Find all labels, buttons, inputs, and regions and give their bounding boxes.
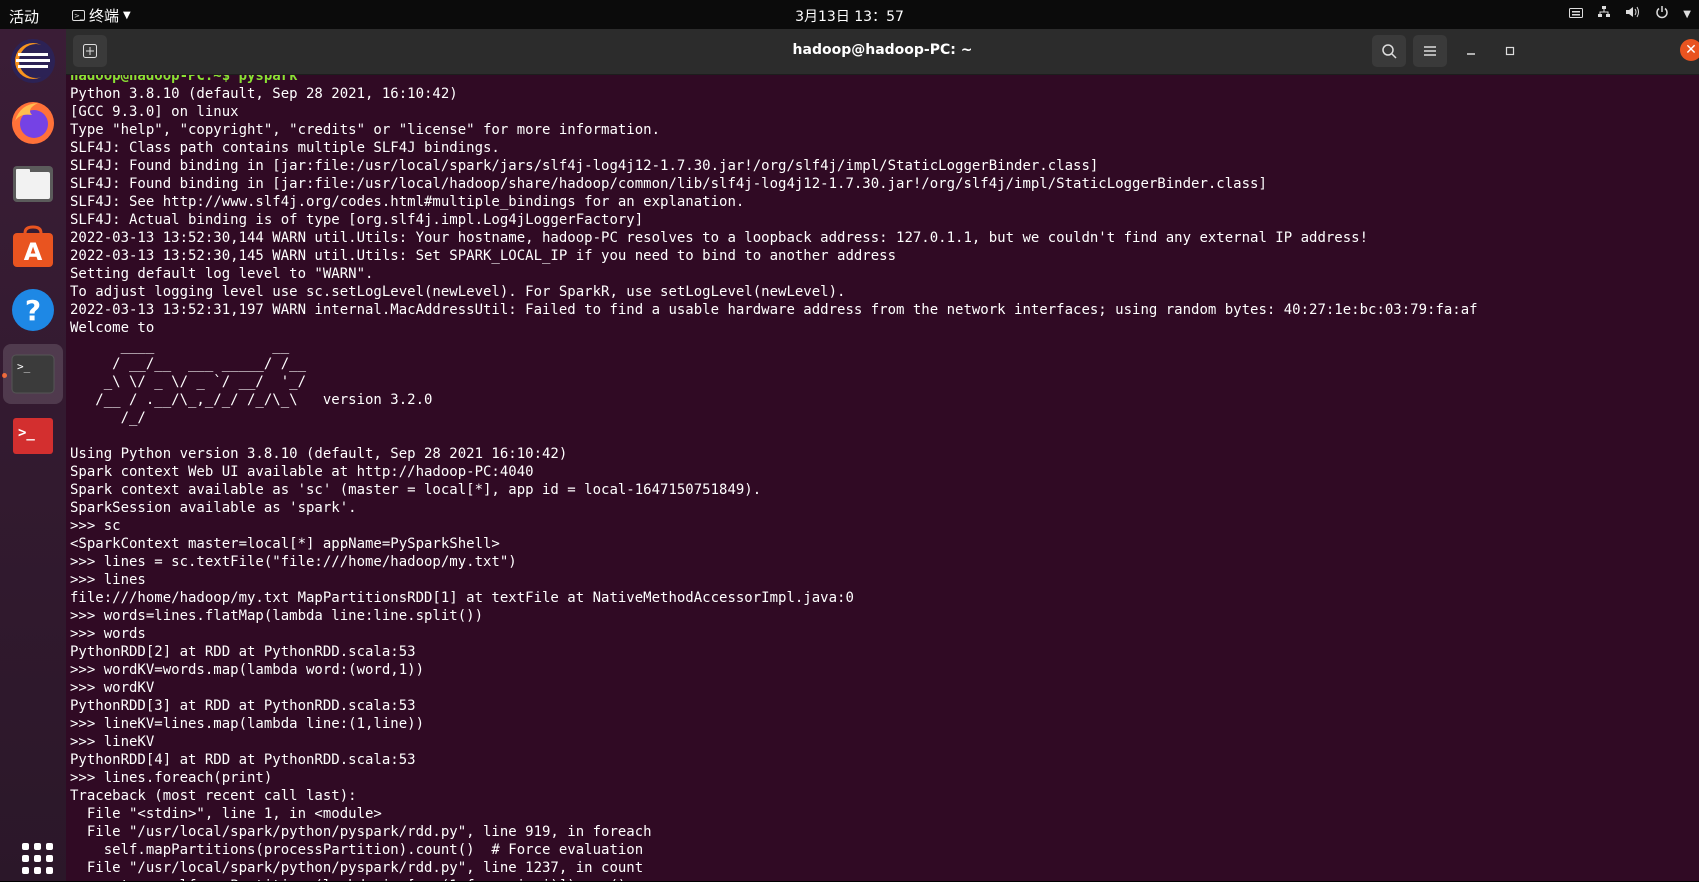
show-applications-icon[interactable] — [13, 834, 61, 882]
window-title: hadoop@hadoop-PC: ~ — [792, 42, 973, 58]
terminal-line: 2022-03-13 13:52:30,145 WARN util.Utils:… — [70, 248, 897, 264]
volume-icon[interactable] — [1625, 5, 1641, 23]
help-icon[interactable]: ? — [9, 286, 57, 334]
new-tab-button[interactable] — [73, 35, 107, 67]
terminal-line: PythonRDD[4] at RDD at PythonRDD.scala:5… — [70, 752, 416, 768]
terminal-line: hadoop@hadoop-PC:~$ pyspark — [70, 75, 298, 84]
chevron-down-icon: ▼ — [123, 10, 131, 21]
terminal-line: SLF4J: See http://www.slf4j.org/codes.ht… — [70, 194, 745, 210]
terminal-line: >>> lines.foreach(print) — [70, 770, 273, 786]
clock[interactable]: 3月13日 13：57 — [795, 9, 904, 25]
terminal-red-icon[interactable]: >_ — [9, 412, 57, 460]
dock: A ? >_ >_ — [0, 29, 66, 881]
terminal-line: [GCC 9.3.0] on linux — [70, 104, 239, 120]
terminal-line: >>> lines — [70, 572, 146, 588]
top-bar: 活动 >_ 终端 ▼ 3月13日 13：57 ▼ — [0, 0, 1699, 29]
terminal-line: Setting default log level to "WARN". — [70, 266, 374, 282]
terminal-line: SLF4J: Found binding in [jar:file:/usr/l… — [70, 158, 1099, 174]
terminal-line: File "<stdin>", line 1, in <module> — [70, 806, 382, 822]
menu-button[interactable] — [1413, 35, 1447, 67]
terminal-output[interactable]: hadoop@hadoop-PC:~$ pyspark Python 3.8.1… — [66, 75, 1699, 881]
network-icon[interactable] — [1597, 5, 1611, 23]
terminal-line: 2022-03-13 13:52:31,197 WARN internal.Ma… — [70, 302, 1478, 318]
terminal-line: _\ \/ _ \/ _ `/ __/ '_/ — [70, 374, 307, 390]
terminal-line: Type "help", "copyright", "credits" or "… — [70, 122, 661, 138]
terminal-line: 2022-03-13 13:52:30,144 WARN util.Utils:… — [70, 230, 1369, 246]
terminal-line: Welcome to — [70, 320, 155, 336]
eclipse-icon[interactable] — [9, 37, 57, 85]
terminal-line: /__ / .__/\_,_/_/ /_/\_\ version 3.2.0 — [70, 392, 433, 408]
terminal-line: <SparkContext master=local[*] appName=Py… — [70, 536, 500, 552]
terminal-titlebar: hadoop@hadoop-PC: ~ ✕ — [66, 29, 1699, 75]
firefox-icon[interactable] — [9, 98, 57, 146]
terminal-line: >>> lineKV — [70, 734, 155, 750]
terminal-line: >>> words — [70, 626, 146, 642]
terminal-line: >>> wordKV=words.map(lambda word:(word,1… — [70, 662, 425, 678]
terminal-line: >>> sc — [70, 518, 121, 534]
search-button[interactable] — [1372, 35, 1406, 67]
minimize-button[interactable] — [1462, 42, 1480, 60]
terminal-line: File "/usr/local/spark/python/pyspark/rd… — [70, 824, 652, 840]
terminal-line: PythonRDD[2] at RDD at PythonRDD.scala:5… — [70, 644, 416, 660]
close-icon: ✕ — [1685, 42, 1697, 58]
terminal-line: File "/usr/local/spark/python/pyspark/rd… — [70, 860, 644, 876]
terminal-line: SparkSession available as 'spark'. — [70, 500, 357, 516]
maximize-button[interactable] — [1501, 42, 1519, 60]
terminal-text: hadoop@hadoop-PC:~$ pyspark Python 3.8.1… — [70, 75, 1478, 881]
terminal-line: >>> lines = sc.textFile("file:///home/ha… — [70, 554, 517, 570]
terminal-line: /_/ — [70, 410, 146, 426]
terminal-line: PythonRDD[3] at RDD at PythonRDD.scala:5… — [70, 698, 416, 714]
terminal-line: SLF4J: Class path contains multiple SLF4… — [70, 140, 500, 156]
svg-text:>_: >_ — [18, 425, 35, 441]
terminal-line: / __/__ ___ _____/ /__ — [70, 356, 307, 372]
hamburger-icon — [1424, 46, 1436, 56]
system-tray[interactable]: ▼ — [1569, 5, 1691, 23]
svg-text:?: ? — [25, 294, 41, 327]
svg-text:A: A — [24, 238, 43, 266]
power-icon[interactable] — [1655, 5, 1669, 23]
software-center-icon[interactable]: A — [9, 223, 57, 271]
terminal-line: ____ __ — [70, 338, 290, 354]
terminal-line: To adjust logging level use sc.setLogLev… — [70, 284, 846, 300]
terminal-app-icon: >_ — [72, 10, 85, 21]
files-icon[interactable] — [9, 160, 57, 208]
terminal-icon[interactable]: >_ — [3, 344, 63, 404]
activities-button[interactable]: 活动 — [9, 6, 39, 27]
chevron-down-icon[interactable]: ▼ — [1683, 9, 1691, 20]
keyboard-icon[interactable] — [1569, 7, 1584, 22]
terminal-line: SLF4J: Actual binding is of type [org.sl… — [70, 212, 644, 228]
app-menu[interactable]: >_ 终端 ▼ — [72, 5, 131, 26]
svg-text:>_: >_ — [17, 360, 31, 373]
terminal-line: >>> wordKV — [70, 680, 155, 696]
app-menu-label: 终端 — [89, 7, 120, 25]
terminal-line: SLF4J: Found binding in [jar:file:/usr/l… — [70, 176, 1267, 192]
terminal-line: Traceback (most recent call last): — [70, 788, 357, 804]
terminal-line: Using Python version 3.8.10 (default, Se… — [70, 446, 568, 462]
close-button[interactable]: ✕ — [1680, 39, 1699, 61]
terminal-line: >>> words=lines.flatMap(lambda line:line… — [70, 608, 484, 624]
terminal-line: self.mapPartitions(processPartition).cou… — [70, 842, 644, 858]
terminal-line: Spark context available as 'sc' (master … — [70, 482, 762, 498]
search-icon — [1382, 44, 1397, 59]
terminal-line: Python 3.8.10 (default, Sep 28 2021, 16:… — [70, 86, 458, 102]
terminal-line: Spark context Web UI available at http:/… — [70, 464, 534, 480]
terminal-line: file:///home/hadoop/my.txt MapPartitions… — [70, 590, 854, 606]
terminal-line: >>> lineKV=lines.map(lambda line:(1,line… — [70, 716, 425, 732]
